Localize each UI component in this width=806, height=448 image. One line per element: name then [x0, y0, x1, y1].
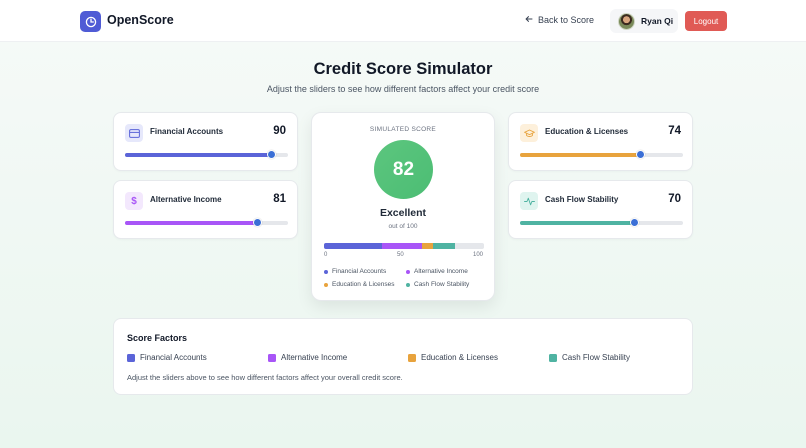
- legend-item-cash-flow-stability: Cash Flow Stability: [406, 281, 469, 288]
- factor-card-alternative-income: $ Alternative Income 81: [113, 180, 298, 239]
- legend-label: Education & Licenses: [332, 281, 395, 288]
- factor-value: 81: [273, 193, 286, 205]
- legend-label: Financial Accounts: [332, 268, 387, 275]
- factor-label: Cash Flow Stability: [545, 195, 619, 204]
- avatar: [618, 12, 635, 30]
- slider-thumb[interactable]: [252, 218, 262, 227]
- factor-label: Financial Accounts: [150, 127, 224, 136]
- breakdown-segment: [421, 243, 433, 249]
- credit-card-icon: [125, 124, 143, 142]
- score-circle: 82: [374, 140, 433, 199]
- activity-icon: [520, 192, 538, 210]
- top-bar: OpenScore Back to Score Ryan Qi Logout: [0, 0, 806, 42]
- cash-flow-stability-slider[interactable]: [520, 218, 683, 227]
- score-out-of: out of 100: [388, 223, 418, 230]
- factor-value: 70: [668, 193, 681, 205]
- legend-dot: [406, 282, 410, 287]
- legend-item-financial-accounts: Financial Accounts: [324, 268, 386, 275]
- app-logo[interactable]: [80, 11, 101, 32]
- legend-item-alternative-income: Alternative Income: [406, 268, 468, 275]
- factor-key-label: Alternative Income: [281, 353, 348, 362]
- user-name: Ryan Qi: [641, 16, 674, 26]
- slider-thumb[interactable]: [629, 218, 639, 227]
- factor-key-education-licenses: Education & Licenses: [408, 353, 498, 362]
- app-name[interactable]: OpenScore: [107, 13, 174, 27]
- factor-card-education-licenses: Education & Licenses 74: [508, 112, 693, 171]
- slider-thumb[interactable]: [636, 150, 646, 159]
- clock-icon: [85, 16, 96, 27]
- legend-dot: [324, 269, 328, 274]
- factor-value: 90: [273, 125, 286, 137]
- arrow-left-icon: [525, 15, 533, 25]
- factor-card-cash-flow-stability: Cash Flow Stability 70: [508, 180, 693, 239]
- score-factors-note: Adjust the sliders above to see how diff…: [127, 373, 403, 382]
- simulated-score-label: SIMULATED SCORE: [369, 126, 437, 133]
- score-breakdown-bar: [324, 243, 484, 249]
- scale-tick-mid: 50: [397, 252, 404, 258]
- page-title: Credit Score Simulator: [313, 60, 493, 78]
- factor-key-financial-accounts: Financial Accounts: [127, 353, 207, 362]
- scale-tick-min: 0: [324, 252, 328, 258]
- factor-label: Education & Licenses: [545, 127, 629, 136]
- color-swatch: [408, 353, 416, 362]
- factor-key-label: Education & Licenses: [421, 353, 498, 362]
- score-factors-panel: Score Factors Financial Accounts Alterna…: [113, 318, 693, 395]
- factor-key-alternative-income: Alternative Income: [268, 353, 347, 362]
- slider-fill: [520, 221, 635, 225]
- financial-accounts-slider[interactable]: [125, 150, 288, 159]
- page-subtitle: Adjust the sliders to see how different …: [266, 84, 540, 94]
- slider-fill: [520, 153, 641, 157]
- color-swatch: [549, 353, 557, 362]
- back-to-score-label: Back to Score: [538, 15, 595, 25]
- scale-tick-max: 100: [473, 252, 484, 258]
- legend-label: Cash Flow Stability: [414, 281, 470, 288]
- score-rating: Excellent: [379, 207, 427, 219]
- slider-fill: [125, 221, 258, 225]
- breakdown-segment: [381, 243, 422, 249]
- slider-fill: [125, 153, 272, 157]
- factor-card-financial-accounts: Financial Accounts 90: [113, 112, 298, 171]
- legend-dot: [406, 269, 410, 274]
- factor-key-label: Financial Accounts: [140, 353, 207, 362]
- factor-label: Alternative Income: [150, 195, 222, 204]
- color-swatch: [127, 353, 135, 362]
- education-licenses-slider[interactable]: [520, 150, 683, 159]
- slider-thumb[interactable]: [267, 150, 277, 159]
- legend-item-education-licenses: Education & Licenses: [324, 281, 395, 288]
- breakdown-segment: [432, 243, 456, 249]
- factor-key-cash-flow-stability: Cash Flow Stability: [549, 353, 630, 362]
- dollar-icon: $: [125, 192, 143, 210]
- score-value: 82: [392, 158, 415, 180]
- graduation-cap-icon: [520, 124, 538, 142]
- legend-label: Alternative Income: [414, 268, 468, 275]
- factor-key-label: Cash Flow Stability: [562, 353, 631, 362]
- logout-button[interactable]: Logout: [685, 11, 727, 31]
- breakdown-segment: [324, 243, 382, 249]
- user-menu[interactable]: Ryan Qi: [610, 9, 678, 33]
- alternative-income-slider[interactable]: [125, 218, 288, 227]
- factor-value: 74: [668, 125, 681, 137]
- back-to-score-link[interactable]: Back to Score: [525, 15, 594, 25]
- simulated-score-card: SIMULATED SCORE 82 Excellent out of 100 …: [311, 112, 495, 301]
- legend-dot: [324, 282, 328, 287]
- score-factors-title: Score Factors: [127, 333, 188, 343]
- color-swatch: [268, 353, 276, 362]
